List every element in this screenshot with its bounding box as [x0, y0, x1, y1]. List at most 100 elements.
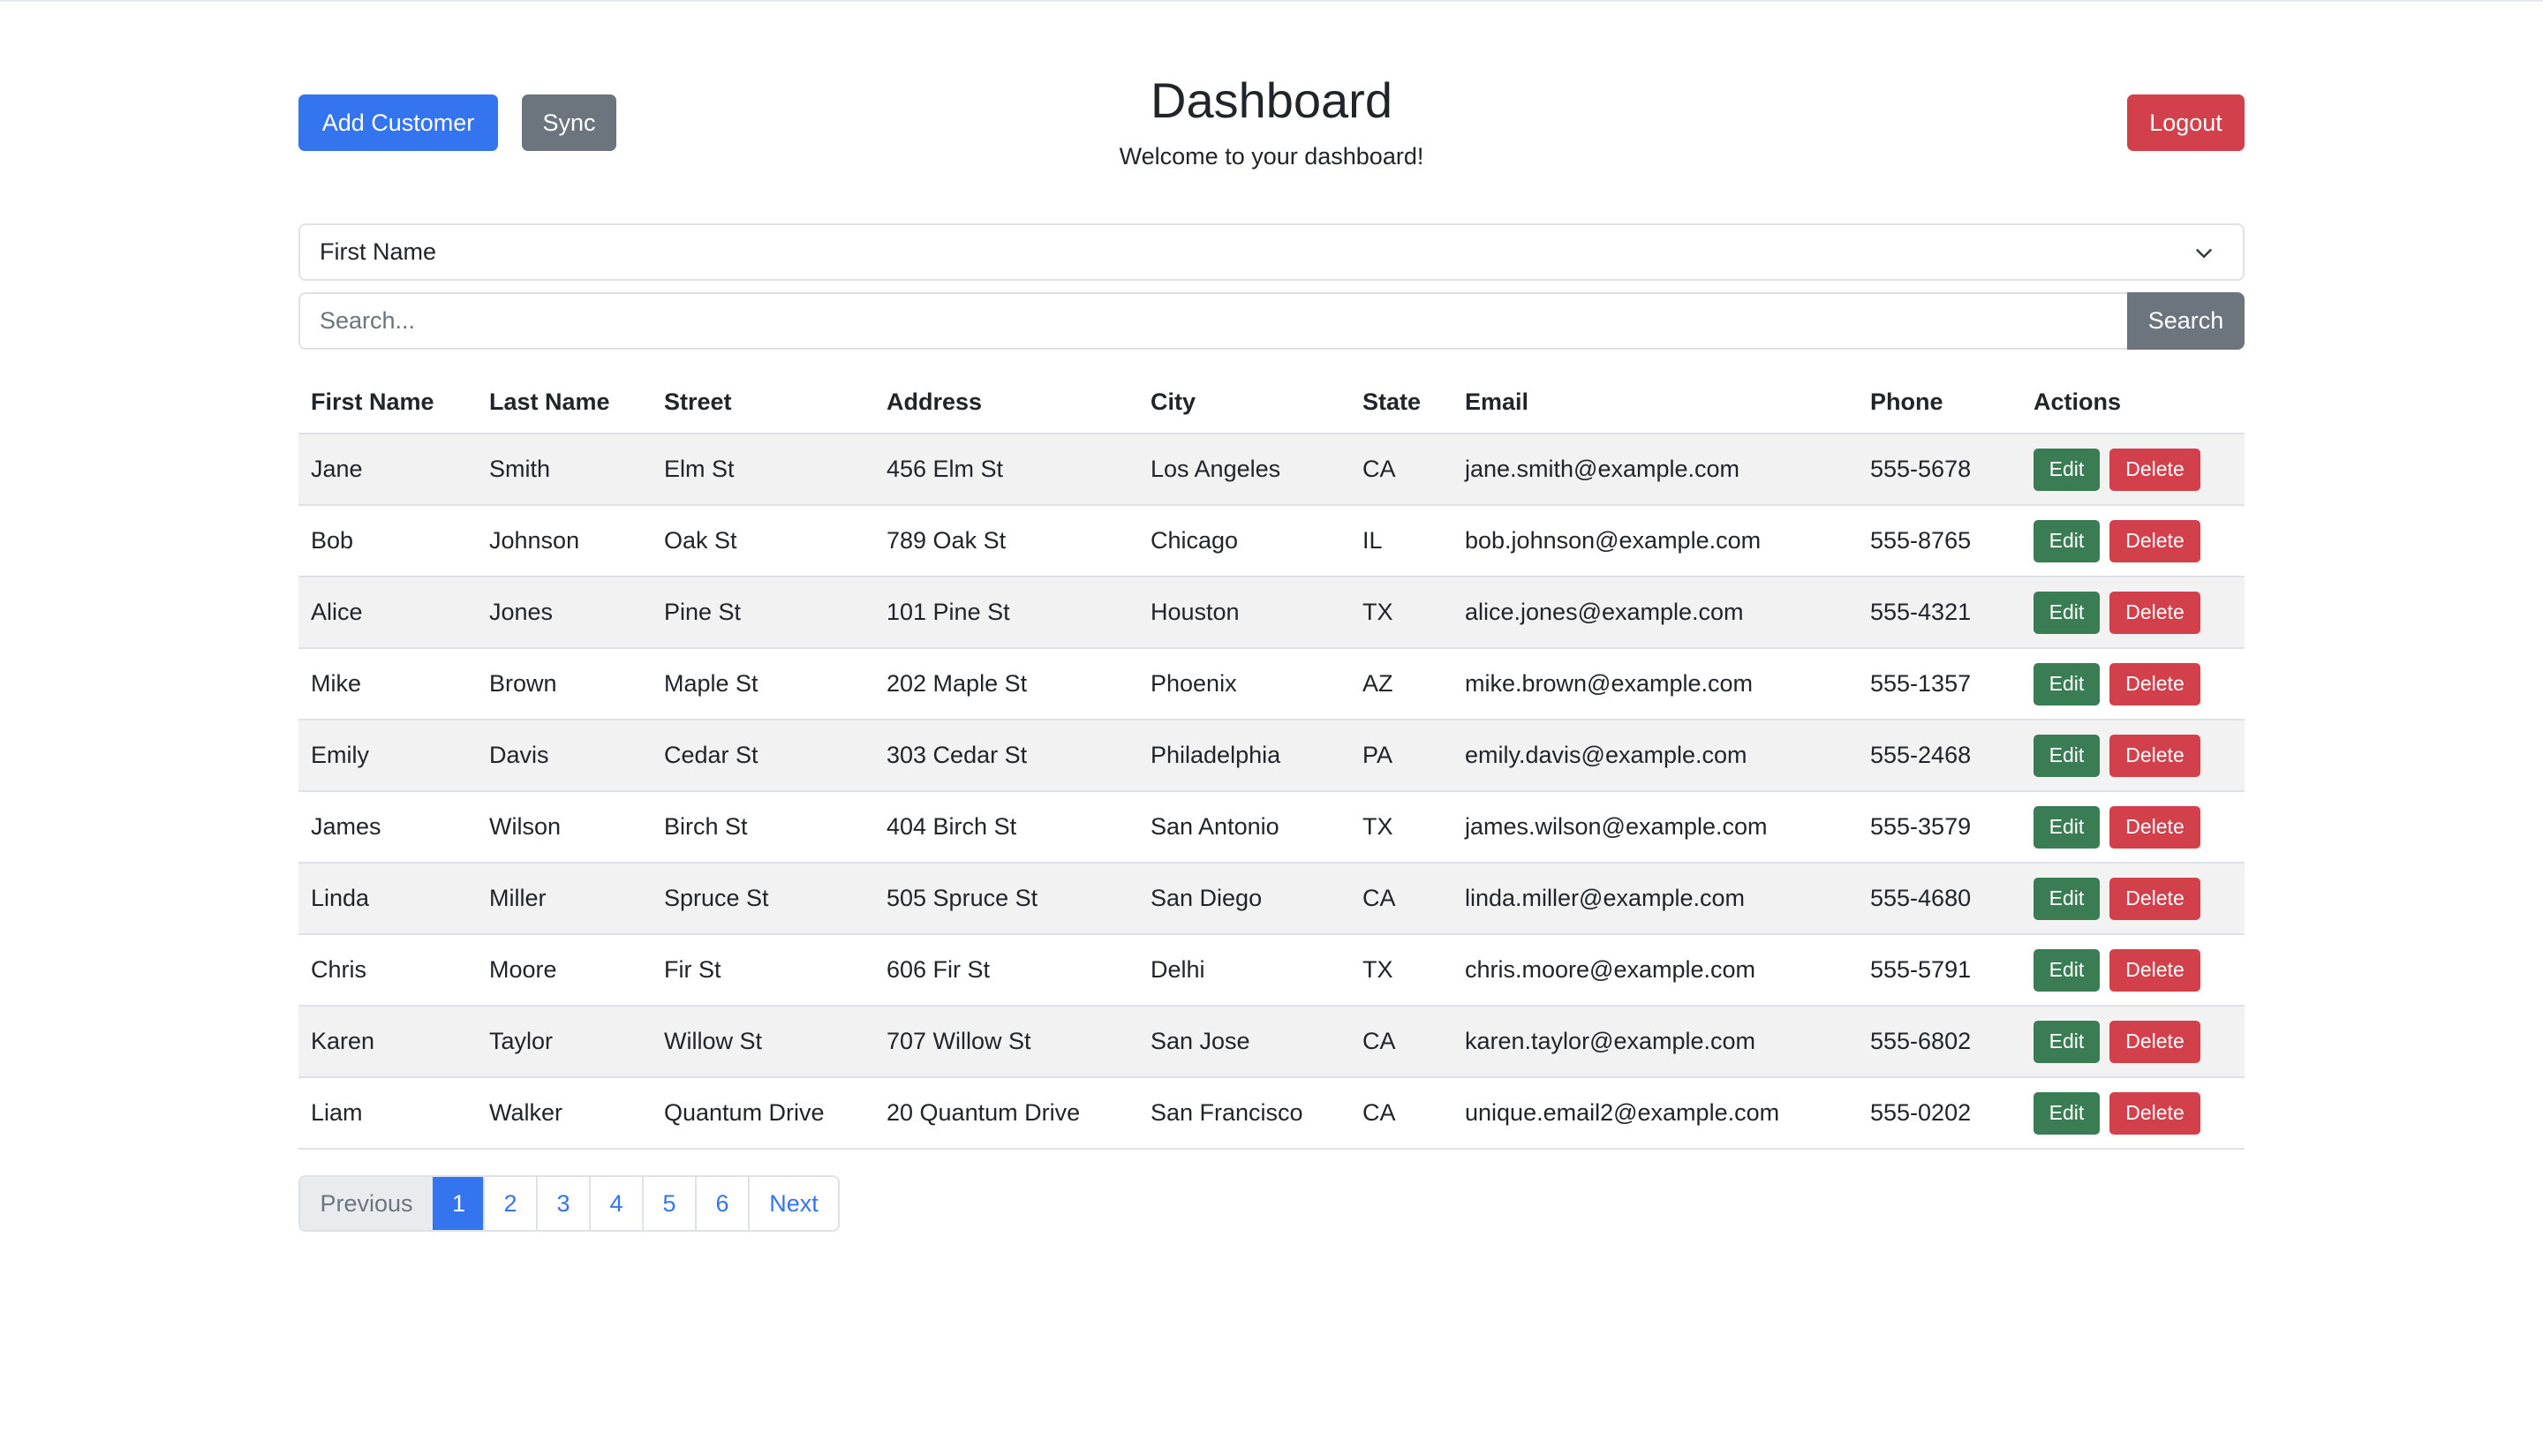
column-header: City: [1138, 371, 1350, 434]
column-header: Phone: [1858, 371, 2021, 434]
pagination-page-5[interactable]: 5: [642, 1177, 695, 1230]
last-name-cell: Taylor: [477, 1006, 652, 1078]
edit-button[interactable]: Edit: [2034, 805, 2100, 849]
state-cell: CA: [1350, 1006, 1453, 1078]
phone-cell: 555-5791: [1858, 934, 2021, 1007]
city-cell: Houston: [1138, 577, 1350, 649]
pagination-previous[interactable]: Previous: [300, 1177, 433, 1230]
street-cell: Oak St: [652, 505, 874, 577]
table-row: Liam Walker Quantum Drive 20 Quantum Drive S…: [298, 1077, 2245, 1150]
phone-cell: 555-2468: [1858, 720, 2021, 792]
street-cell: Quantum Drive: [652, 1077, 874, 1150]
delete-button[interactable]: Delete: [2109, 662, 2200, 705]
search-input[interactable]: [298, 292, 2127, 350]
phone-cell: 555-3579: [1858, 791, 2021, 864]
street-cell: Elm St: [652, 434, 874, 506]
city-cell: San Francisco: [1138, 1077, 1350, 1150]
edit-button[interactable]: Edit: [2034, 734, 2100, 777]
pagination-next[interactable]: Next: [748, 1177, 838, 1230]
email-cell: bob.johnson@example.com: [1453, 505, 1858, 577]
email-cell: jane.smith@example.com: [1453, 434, 1858, 506]
pagination-page-2[interactable]: 2: [483, 1177, 536, 1230]
email-cell: alice.jones@example.com: [1453, 577, 1858, 649]
pagination: Previous 1 2 3 4 5 6 Next: [298, 1175, 840, 1232]
actions-cell: Edit Delete: [2021, 648, 2245, 720]
delete-button[interactable]: Delete: [2109, 948, 2200, 992]
edit-button[interactable]: Edit: [2034, 519, 2100, 562]
table-row: Bob Johnson Oak St 789 Oak St Chicago IL bob.j…: [298, 505, 2245, 577]
state-cell: CA: [1350, 863, 1453, 935]
city-cell: Los Angeles: [1138, 434, 1350, 506]
address-cell: 101 Pine St: [874, 577, 1138, 649]
delete-button[interactable]: Delete: [2109, 805, 2200, 849]
first-name-cell: Mike: [298, 648, 477, 720]
first-name-cell: Emily: [298, 720, 477, 792]
delete-button[interactable]: Delete: [2109, 734, 2200, 777]
city-cell: Phoenix: [1138, 648, 1350, 720]
first-name-cell: Alice: [298, 577, 477, 649]
column-header: Address: [874, 371, 1138, 434]
table-row: Karen Taylor Willow St 707 Willow St San Jos…: [298, 1006, 2245, 1078]
city-cell: San Diego: [1138, 863, 1350, 935]
edit-button[interactable]: Edit: [2034, 1020, 2100, 1063]
email-cell: mike.brown@example.com: [1453, 648, 1858, 720]
state-cell: AZ: [1350, 648, 1453, 720]
delete-button[interactable]: Delete: [2109, 1091, 2200, 1135]
delete-button[interactable]: Delete: [2109, 1020, 2200, 1063]
street-cell: Cedar St: [652, 720, 874, 792]
street-cell: Willow St: [652, 1006, 874, 1078]
table-header-row: First Name Last Name Street Address City…: [298, 371, 2245, 434]
search-button[interactable]: Search: [2127, 292, 2245, 350]
actions-cell: Edit Delete: [2021, 791, 2245, 864]
address-cell: 606 Fir St: [874, 934, 1138, 1007]
page-header: Add Customer Sync Dashboard Welcome to y…: [298, 0, 2245, 203]
logout-button[interactable]: Logout: [2127, 94, 2245, 151]
page-subtitle: Welcome to your dashboard!: [1119, 143, 1424, 170]
email-cell: unique.email2@example.com: [1453, 1077, 1858, 1150]
address-cell: 456 Elm St: [874, 434, 1138, 506]
first-name-cell: Jane: [298, 434, 477, 506]
edit-button[interactable]: Edit: [2034, 448, 2100, 491]
pagination-page-3[interactable]: 3: [536, 1177, 589, 1230]
chevron-down-icon: [2196, 249, 2212, 258]
state-cell: TX: [1350, 577, 1453, 649]
page-title: Dashboard: [1151, 72, 1392, 128]
last-name-cell: Johnson: [477, 505, 652, 577]
customers-table: First Name Last Name Street Address City…: [298, 371, 2245, 1150]
last-name-cell: Walker: [477, 1077, 652, 1150]
delete-button[interactable]: Delete: [2109, 591, 2200, 634]
delete-button[interactable]: Delete: [2109, 877, 2200, 920]
state-cell: TX: [1350, 791, 1453, 864]
edit-button[interactable]: Edit: [2034, 948, 2100, 992]
last-name-cell: Brown: [477, 648, 652, 720]
actions-cell: Edit Delete: [2021, 1077, 2245, 1150]
actions-cell: Edit Delete: [2021, 505, 2245, 577]
first-name-cell: Karen: [298, 1006, 477, 1078]
delete-button[interactable]: Delete: [2109, 448, 2200, 491]
city-cell: San Jose: [1138, 1006, 1350, 1078]
email-cell: james.wilson@example.com: [1453, 791, 1858, 864]
edit-button[interactable]: Edit: [2034, 1091, 2100, 1135]
edit-button[interactable]: Edit: [2034, 662, 2100, 705]
email-cell: karen.taylor@example.com: [1453, 1006, 1858, 1078]
column-header: Street: [652, 371, 874, 434]
state-cell: CA: [1350, 434, 1453, 506]
phone-cell: 555-6802: [1858, 1006, 2021, 1078]
column-header: State: [1350, 371, 1453, 434]
pagination-page-1[interactable]: 1: [433, 1177, 483, 1230]
city-cell: Delhi: [1138, 934, 1350, 1007]
column-header: Actions: [2021, 371, 2245, 434]
pagination-page-6[interactable]: 6: [695, 1177, 748, 1230]
edit-button[interactable]: Edit: [2034, 877, 2100, 920]
search-group: Search: [298, 292, 2245, 350]
pagination-page-4[interactable]: 4: [589, 1177, 642, 1230]
search-field-select[interactable]: First Name: [298, 223, 2245, 281]
delete-button[interactable]: Delete: [2109, 519, 2200, 562]
last-name-cell: Wilson: [477, 791, 652, 864]
phone-cell: 555-1357: [1858, 648, 2021, 720]
edit-button[interactable]: Edit: [2034, 591, 2100, 634]
actions-cell: Edit Delete: [2021, 577, 2245, 649]
phone-cell: 555-8765: [1858, 505, 2021, 577]
phone-cell: 555-4321: [1858, 577, 2021, 649]
actions-cell: Edit Delete: [2021, 434, 2245, 506]
